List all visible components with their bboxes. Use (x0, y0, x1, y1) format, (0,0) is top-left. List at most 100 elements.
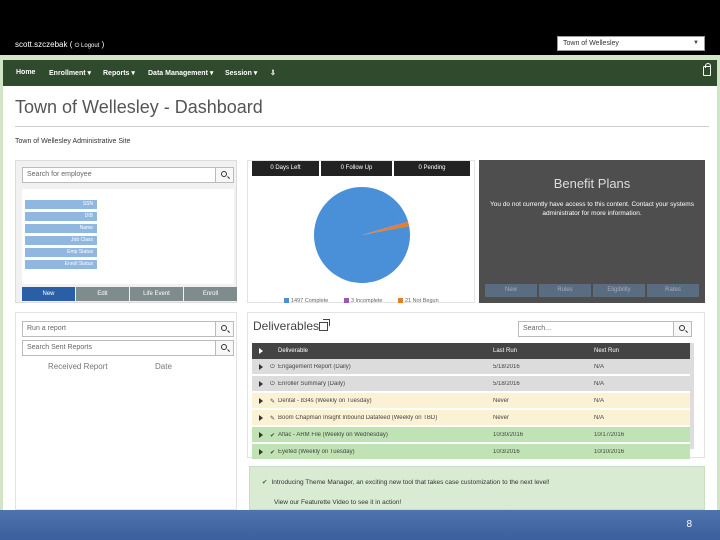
search-icon (679, 325, 685, 331)
deliverables-table-header: Deliverable Last Run Next Run (252, 343, 690, 359)
filter-ssn[interactable]: SSN (25, 200, 97, 209)
table-row[interactable]: ✎ Dental - 834s (Weekly on Tuesday) Never N… (252, 393, 690, 409)
last-run: Never (493, 415, 510, 421)
filter-job-class[interactable]: Job Class (25, 236, 97, 245)
expand-all-icon[interactable] (259, 348, 263, 354)
logout-link[interactable]: ⏻ Logout (75, 43, 100, 49)
last-run: 10/3/2016 (493, 449, 520, 455)
legend-not-begun: 21 Not Begun (398, 298, 439, 304)
col-deliverable[interactable]: Deliverable (278, 348, 308, 354)
enrollment-pie-chart (314, 187, 410, 284)
new-button[interactable]: New (22, 287, 75, 301)
status-icon: ⏻ (270, 364, 275, 370)
table-scrollbar[interactable] (690, 343, 694, 449)
filter-name[interactable]: Name (25, 224, 97, 233)
nav-home[interactable]: Home (16, 69, 35, 76)
reports-panel: Run a report Search Sent Reports Receive… (15, 312, 237, 510)
export-icon[interactable]: ⇩ (270, 69, 276, 77)
benefit-actions: New Rules Eligibility Rates (485, 284, 699, 297)
status-icon: ✎ (270, 416, 276, 422)
logout-icon: ⏻ (74, 43, 80, 49)
sent-reports-search-button[interactable] (215, 341, 233, 355)
deliverables-title: Deliverables (253, 319, 320, 333)
deliverable-name: Dental - 834s (Weekly on Tuesday) (278, 398, 372, 404)
deliverable-name: Boom Chapman Insight Inbound Datafeed (W… (278, 415, 438, 421)
benefit-plans-panel: Benefit Plans You do not currently have … (479, 160, 705, 303)
days-left-stat[interactable]: 0 Days Left (252, 161, 319, 176)
expand-row-icon[interactable] (259, 449, 263, 455)
nav-enrollment[interactable]: Enrollment ▾ (49, 69, 91, 77)
page-number: 8 (686, 519, 692, 530)
employee-search-input[interactable]: Search for employee (22, 167, 234, 183)
pending-stat[interactable]: 0 Pending (394, 161, 470, 176)
table-row[interactable]: ✔ Aflac - ARM File (Weekly on Wednesday) 1… (252, 427, 690, 443)
deliverables-search-button[interactable] (673, 322, 691, 336)
filter-emp-status[interactable]: Emp Status (25, 248, 97, 257)
filter-enroll-status[interactable]: Enroll Status (25, 260, 97, 269)
chevron-down-icon: ▼ (693, 40, 699, 46)
status-icon: ✎ (270, 399, 276, 405)
table-row[interactable]: ⏻ Engagement Report (Daily) 5/18/2016 N/A (252, 359, 690, 375)
last-run: 10/30/2016 (493, 432, 524, 438)
next-run: 10/17/2016 (594, 432, 625, 438)
nav-session[interactable]: Session ▾ (225, 69, 257, 77)
status-icon: ✔ (270, 450, 276, 456)
employee-filter-list: SSN DIB Name Job Class Emp Status Enroll… (22, 189, 234, 284)
nav-data-management[interactable]: Data Management ▾ (148, 69, 213, 77)
next-run: N/A (594, 398, 605, 404)
table-row[interactable]: ✎ Boom Chapman Insight Inbound Datafeed (… (252, 410, 690, 426)
deliverables-panel: Deliverables Search... Deliverable Last … (247, 312, 705, 460)
next-run: N/A (594, 415, 605, 421)
pie-slice-complete[interactable] (314, 187, 410, 284)
edit-button[interactable]: Edit (76, 287, 129, 301)
news-banner: ✔ Introducing Theme Manager, an exciting … (249, 466, 705, 510)
benefit-rules-button[interactable]: Rules (539, 284, 591, 297)
benefit-eligibility-button[interactable]: Eligibility (593, 284, 645, 297)
filter-dib[interactable]: DIB (25, 212, 97, 221)
date-header[interactable]: Date (155, 362, 172, 371)
received-report-header[interactable]: Received Report (48, 362, 108, 371)
lock-icon[interactable] (703, 63, 711, 76)
username: scott.szczebak ( (15, 40, 73, 49)
next-run: 10/10/2016 (594, 449, 625, 455)
dashboard-content: Town of Wellesley - Dashboard Town of We… (3, 86, 717, 510)
site-label: Town of Wellesley Administrative Site (15, 138, 131, 145)
search-icon (221, 171, 227, 177)
search-icon (221, 344, 227, 350)
table-row[interactable]: ✔ Eyefed (Weekly on Tuesday) 10/3/2016 10/1… (252, 444, 690, 460)
expand-row-icon[interactable] (259, 364, 263, 370)
benefit-new-button[interactable]: New (485, 284, 537, 297)
slide-footer: 8 (0, 510, 720, 540)
deliverable-name: Enroller Summary (Daily) (278, 381, 346, 387)
nav-reports[interactable]: Reports ▾ (103, 69, 135, 77)
search-button[interactable] (215, 168, 233, 182)
table-row[interactable]: ⏻ Enroller Summary (Daily) 5/18/2016 N/A (252, 376, 690, 392)
external-link-icon[interactable] (319, 319, 330, 331)
sent-reports-search-input[interactable]: Search Sent Reports (22, 340, 234, 356)
follow-up-stat[interactable]: 0 Follow Up (321, 161, 392, 176)
app-frame: Home Enrollment ▾ Reports ▾ Data Managem… (0, 55, 720, 510)
featurette-link[interactable]: View our Featurette Video to see it in a… (274, 499, 401, 506)
run-report-search-button[interactable] (215, 322, 233, 336)
deliverables-search-input[interactable]: Search... (518, 321, 692, 337)
col-next-run[interactable]: Next Run (594, 348, 619, 354)
check-icon: ✔ (262, 479, 268, 486)
expand-row-icon[interactable] (259, 398, 263, 404)
expand-row-icon[interactable] (259, 432, 263, 438)
expand-row-icon[interactable] (259, 415, 263, 421)
enroll-button[interactable]: Enroll (184, 287, 237, 301)
enrollment-status-panel: 0 Days Left 0 Follow Up 0 Pending 1497 C… (247, 160, 475, 304)
life-event-button[interactable]: Life Event (130, 287, 183, 301)
benefit-plans-title: Benefit Plans (553, 176, 631, 191)
last-run: Never (493, 398, 510, 404)
benefit-rates-button[interactable]: Rates (647, 284, 699, 297)
deliverable-name: Engagement Report (Daily) (278, 364, 351, 370)
expand-row-icon[interactable] (259, 381, 263, 387)
main-nav: Home Enrollment ▾ Reports ▾ Data Managem… (3, 60, 717, 86)
news-headline: ✔ Introducing Theme Manager, an exciting … (262, 479, 550, 486)
search-icon (221, 325, 227, 331)
run-report-input[interactable]: Run a report (22, 321, 234, 337)
col-last-run[interactable]: Last Run (493, 348, 517, 354)
legend-incomplete: 3 Incomplete (344, 298, 383, 304)
town-selector[interactable]: Town of Wellesley ▼ (557, 36, 705, 51)
